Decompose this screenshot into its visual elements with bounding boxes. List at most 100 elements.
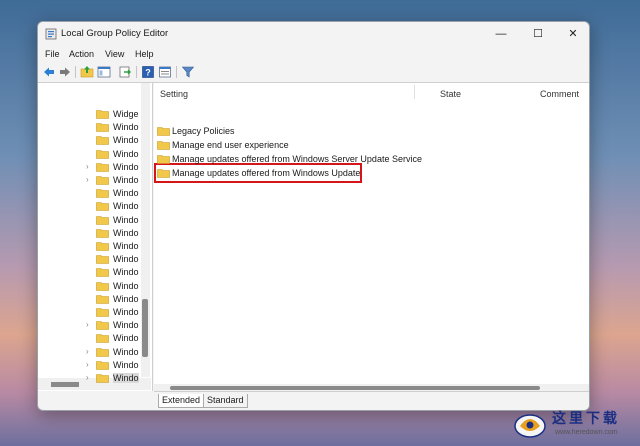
tree-item[interactable]: Windo [38,293,142,306]
tree-item-label: Windo [113,188,139,199]
folder-icon [96,360,109,370]
list-horizontal-scroll-thumb[interactable] [170,386,540,390]
tab-extended[interactable]: Extended [158,394,205,408]
svg-text:?: ? [145,68,151,78]
site-watermark: 这里下载 www.heredown.com [510,404,638,444]
tree-item-label: Widge [113,109,139,119]
menu-help[interactable]: Help [135,49,154,59]
menu-file[interactable]: File [45,49,60,59]
tree-item-label: Windo [113,267,139,278]
tree-item-label: Windo [113,201,139,212]
tree-item-label: Windo [113,320,139,331]
forward-arrow-icon[interactable] [58,65,72,79]
tree-item[interactable]: Windo [38,332,142,345]
chevron-right-icon[interactable]: › [86,360,89,369]
folder-icon [96,215,109,225]
close-button[interactable]: ✕ [559,25,587,43]
toolbar-separator [176,66,177,78]
list-item-label: Manage updates offered from Windows Serv… [172,154,422,164]
tree-item[interactable]: Windo [38,253,142,266]
folder-icon [96,149,109,159]
tree-item[interactable]: Windo [38,214,142,227]
chevron-right-icon[interactable]: › [86,162,89,171]
tree-item[interactable]: › Windo [38,359,142,372]
folder-icon [96,202,109,212]
tree-item-label: Windo [113,214,139,225]
chevron-right-icon[interactable]: › [86,373,89,382]
minimize-button[interactable]: — [487,25,515,43]
folder-icon [96,374,109,383]
folder-icon [96,294,109,304]
tree-item[interactable]: Windo [38,227,142,240]
column-header-state[interactable]: State [440,89,461,99]
chevron-right-icon[interactable]: › [86,320,89,329]
watermark-url: www.heredown.com [555,429,618,436]
folder-icon [157,169,170,178]
watermark-logo-icon [514,414,546,438]
tree-item-label: Windo [113,307,139,317]
folder-icon [96,242,109,251]
tree-item-label: Windo [113,346,139,357]
folder-icon [96,136,109,146]
menu-action[interactable]: Action [69,49,94,59]
tree-item[interactable]: Windo [38,306,142,319]
column-divider[interactable] [414,85,415,99]
tree-item-label: Windo [113,293,139,304]
tree-item[interactable]: Windo [38,200,142,213]
tree-item-label: Windo [113,254,139,265]
folder-icon [96,123,109,132]
tree-item-label: Windo [113,333,139,344]
tree-item-label: Windo [113,241,139,251]
help-icon[interactable]: ? [141,65,155,79]
list-item-label: Manage end user experience [172,140,289,150]
tree-item[interactable]: Widge [38,108,142,121]
tree-item[interactable]: › Windo [38,319,142,332]
tree-item[interactable]: Windo [38,240,142,253]
folder-icon [96,321,109,330]
console-tree[interactable]: Widge Windo Windo Windo › Windo › Windo Windo Win… [38,83,153,391]
gpedit-window: Local Group Policy Editor — ☐ ✕ File Act… [37,21,590,411]
tree-item[interactable]: Windo [38,280,142,293]
folder-icon [96,255,109,264]
window-title: Local Group Policy Editor [61,28,169,39]
column-header-setting[interactable]: Setting [160,89,188,99]
folder-icon [157,127,170,136]
chevron-right-icon[interactable]: › [86,175,89,184]
watermark-text: 这里下载 [552,411,620,427]
tree-item[interactable]: Windo [38,121,142,134]
back-arrow-icon[interactable] [42,65,56,79]
properties-icon[interactable] [158,65,172,79]
tab-standard[interactable]: Standard [204,394,248,408]
toolbar-separator [136,66,137,78]
tree-item-label: Windo [113,161,139,172]
filter-icon[interactable] [181,65,195,79]
policy-editor-icon [45,28,57,40]
tree-item[interactable]: Windo [38,187,142,200]
tree-item[interactable]: Windo [38,266,142,279]
tree-item-label: Windo [113,227,139,238]
tree-item[interactable]: › Windo [38,372,142,385]
tree-item[interactable]: Windo [38,148,142,161]
maximize-button[interactable]: ☐ [524,25,552,43]
menu-view[interactable]: View [105,49,124,59]
title-bar[interactable]: Local Group Policy Editor — ☐ ✕ [38,22,589,46]
tree-item[interactable]: › Windo [38,161,142,174]
tree-item-label: Windo [113,122,139,133]
folder-icon [96,162,109,172]
export-list-icon[interactable] [118,65,132,79]
tree-item[interactable]: › Windo [38,174,142,187]
folder-icon [96,189,109,198]
settings-list: Setting State Comment Legacy Policies Man… [154,83,589,391]
folder-icon [96,308,109,317]
column-header-comment[interactable]: Comment [540,89,579,99]
show-tree-icon[interactable] [97,65,111,79]
tree-item[interactable]: Windo [38,134,142,147]
folder-icon [96,228,109,238]
folder-icon [96,347,109,357]
folder-icon [157,141,170,150]
list-item-label: Legacy Policies [172,126,235,136]
tree-item[interactable]: › Windo [38,346,142,359]
up-folder-icon[interactable] [80,65,94,79]
chevron-right-icon[interactable]: › [86,347,89,356]
tree-vertical-scroll-thumb[interactable] [142,299,148,357]
